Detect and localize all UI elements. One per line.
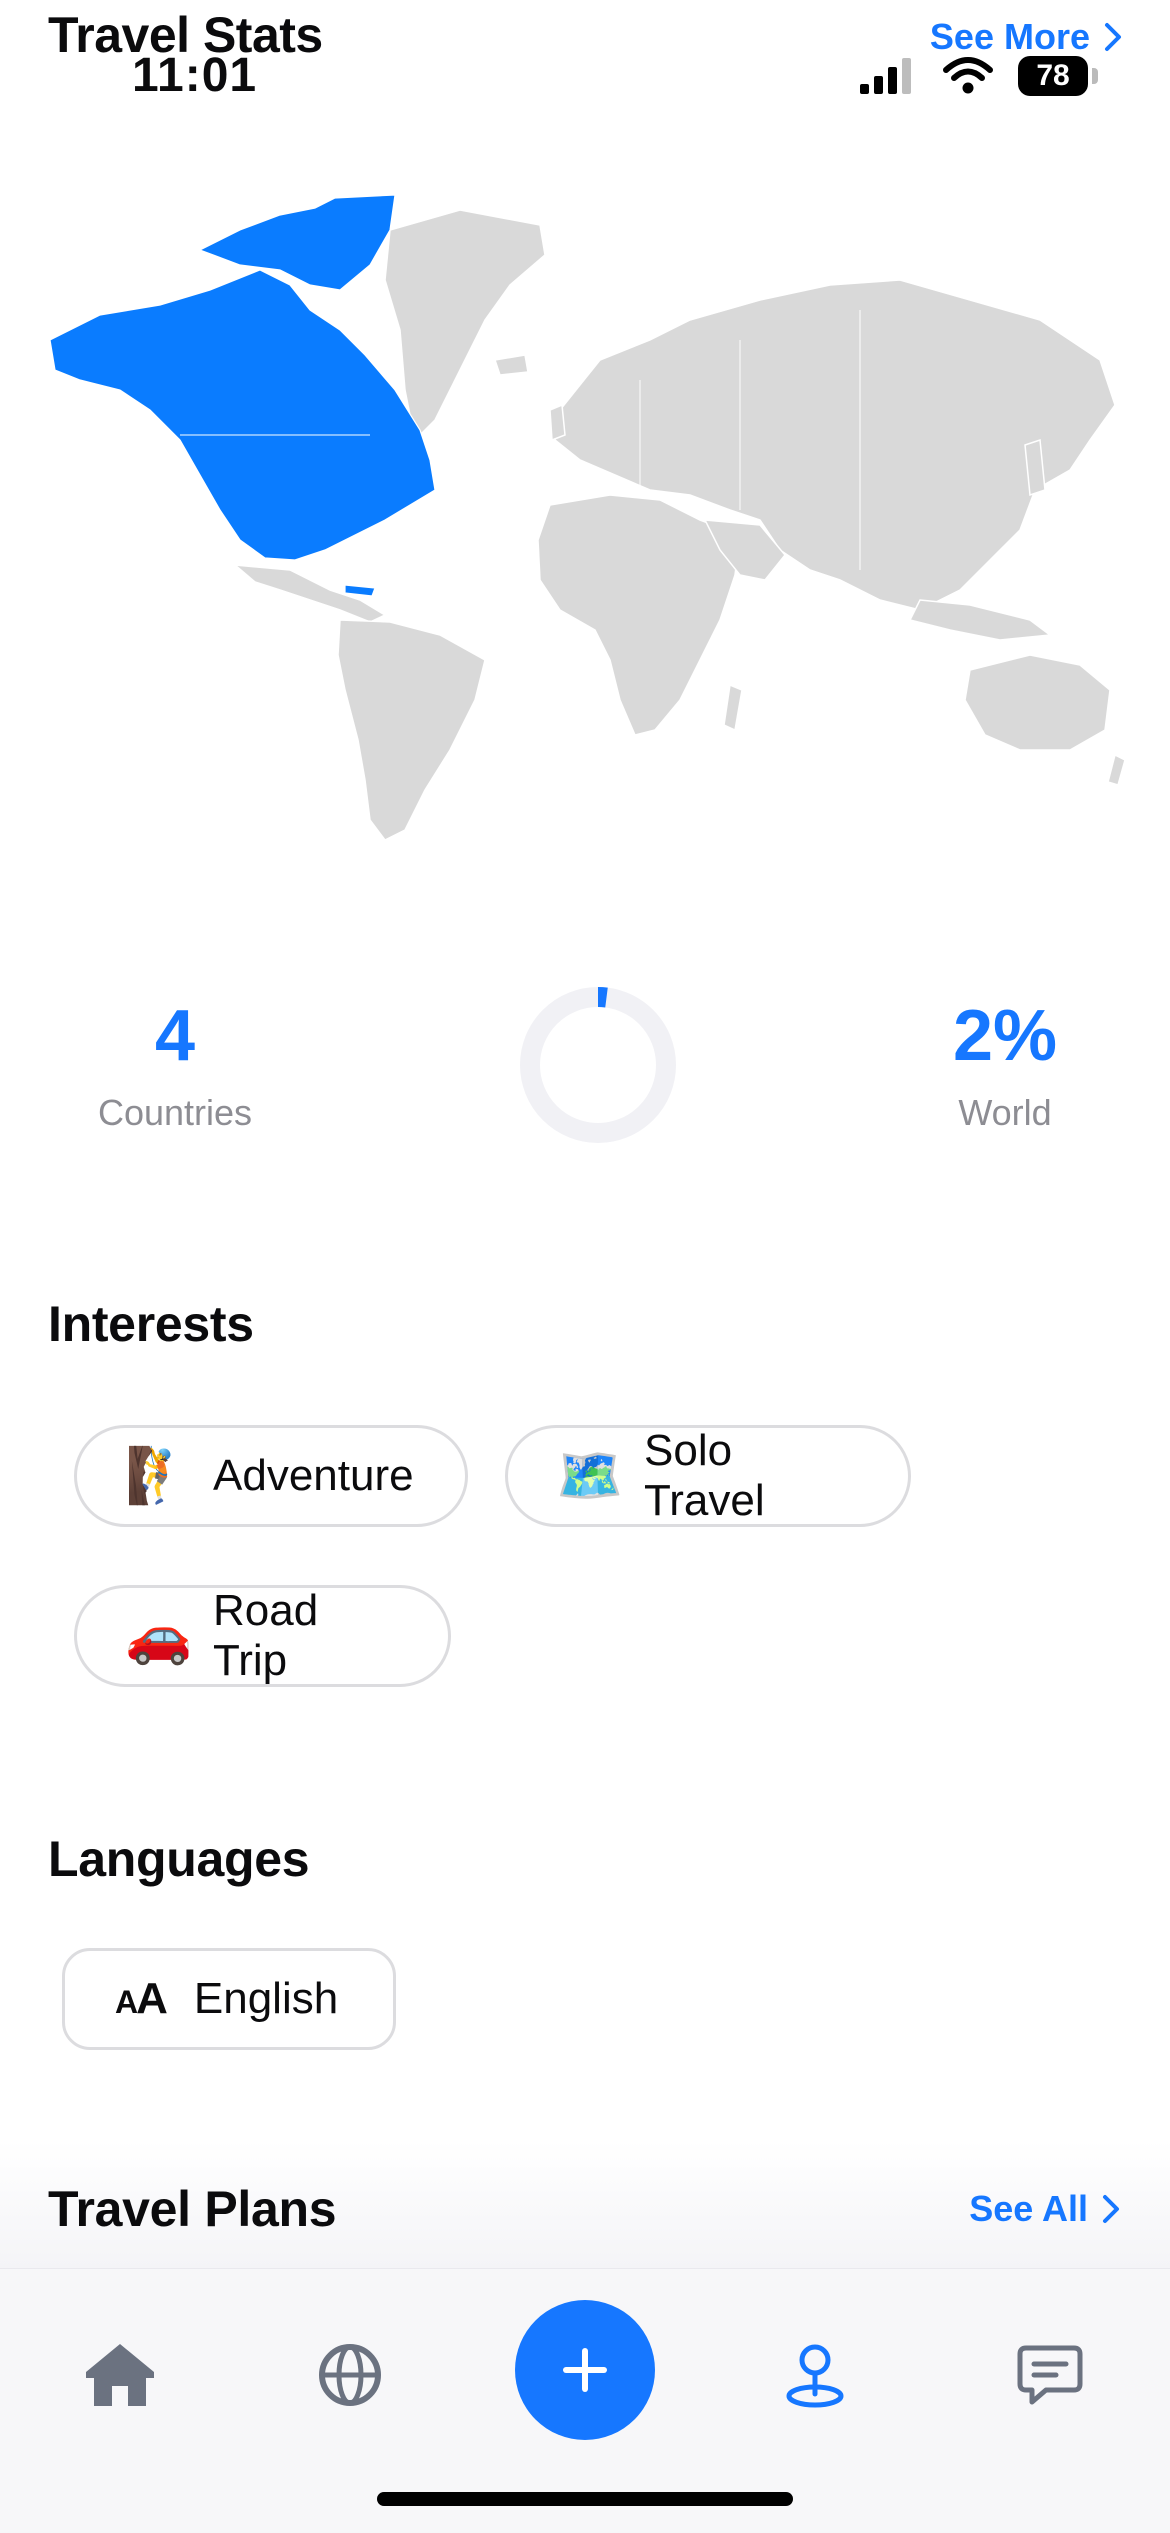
car-icon: 🚗	[125, 1606, 193, 1666]
tab-home[interactable]	[75, 2330, 165, 2420]
language-chip-english[interactable]: AA English	[62, 1948, 396, 2050]
countries-count: 4	[154, 996, 196, 1076]
uk-land	[549, 403, 566, 442]
chevron-right-icon	[1103, 2195, 1119, 2223]
countries-label: Countries	[97, 1092, 253, 1133]
chevron-right-icon	[1105, 23, 1121, 51]
tab-messages[interactable]	[1005, 2330, 1095, 2420]
interests-title: Interests	[48, 1296, 254, 1352]
status-time: 11:01	[132, 49, 258, 102]
text-size-icon: AA	[115, 1974, 168, 2023]
map-pin-icon	[786, 2344, 844, 2408]
chat-icon	[1017, 2345, 1083, 2405]
home-indicator	[377, 2492, 793, 2506]
add-button[interactable]	[515, 2300, 655, 2440]
tab-explore[interactable]	[305, 2330, 395, 2420]
arctic-islands-visited-region	[198, 194, 396, 291]
caribbean-visited-region	[344, 584, 376, 597]
greenland-land	[384, 209, 546, 442]
interest-label: Road Trip	[213, 1586, 319, 1685]
world-map[interactable]	[40, 190, 1130, 850]
wifi-icon	[943, 57, 993, 94]
countries-stat: 4 Countries	[25, 1000, 325, 1134]
north-america-visited-region	[49, 269, 436, 561]
new-zealand-land	[1107, 753, 1126, 786]
tab-travel-map[interactable]	[770, 2330, 860, 2420]
status-icons: 78	[858, 56, 1098, 96]
interest-label: Solo Travel	[644, 1426, 765, 1525]
languages-title: Languages	[48, 1831, 310, 1887]
world-progress-ring	[520, 987, 676, 1143]
southeast-asia-islands-land	[908, 599, 1052, 641]
world-percentage: 2%	[952, 996, 1058, 1076]
see-all-link[interactable]: See All	[969, 2188, 1120, 2230]
battery-indicator: 78	[1018, 56, 1098, 96]
world-stat: 2% World	[855, 1000, 1155, 1134]
world-label: World	[958, 1092, 1052, 1133]
travel-plans-title: Travel Plans	[48, 2181, 337, 2237]
map-icon: 🗺️	[556, 1446, 624, 1506]
climber-icon: 🧗	[125, 1446, 193, 1506]
see-all-label: See All	[969, 2188, 1088, 2229]
see-more-label: See More	[929, 16, 1090, 57]
language-label: English	[193, 1974, 339, 2023]
cellular-signal-icon	[860, 58, 911, 94]
globe-icon	[319, 2344, 381, 2406]
interest-chip-road-trip[interactable]: 🚗 Road Trip	[74, 1585, 451, 1687]
see-more-link[interactable]: See More	[930, 16, 1122, 58]
interest-chip-solo-travel[interactable]: 🗺️ Solo Travel	[505, 1425, 911, 1527]
home-icon	[86, 2344, 154, 2406]
interest-chip-adventure[interactable]: 🧗 Adventure	[74, 1425, 468, 1527]
interest-label: Adventure	[213, 1451, 414, 1500]
madagascar-land	[723, 683, 743, 732]
south-america-land	[337, 619, 486, 841]
add-icon	[563, 2348, 607, 2392]
australia-land	[964, 654, 1111, 751]
iceland-land	[494, 354, 529, 376]
